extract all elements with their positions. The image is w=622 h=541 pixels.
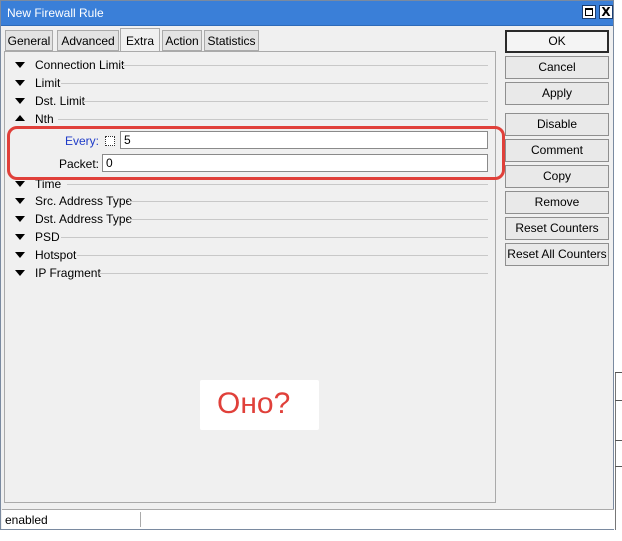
background-window-line — [615, 440, 622, 441]
tab-advanced[interactable]: Advanced — [57, 30, 119, 51]
annotation-text: Оно? — [217, 387, 291, 420]
section-divider — [99, 273, 488, 274]
background-window-edge — [615, 372, 616, 530]
reset-counters-button[interactable]: Reset Counters — [505, 217, 609, 240]
section-divider — [129, 219, 488, 220]
chevron-down-icon[interactable] — [15, 98, 25, 104]
tab-extra[interactable]: Extra — [120, 28, 160, 52]
section-divider — [61, 237, 488, 238]
comment-button[interactable]: Comment — [505, 139, 609, 162]
annotation-box: Оно? — [200, 380, 319, 430]
section-dst-limit[interactable]: Dst. Limit — [5, 93, 495, 109]
background-window-line — [615, 400, 622, 401]
background-window-line — [615, 372, 622, 373]
remove-button[interactable]: Remove — [505, 191, 609, 214]
tab-general[interactable]: General — [5, 30, 53, 51]
section-label: Connection Limit — [35, 58, 125, 72]
section-divider — [58, 119, 488, 120]
chevron-down-icon[interactable] — [15, 252, 25, 258]
tab-statistics[interactable]: Statistics — [204, 30, 259, 51]
section-divider — [61, 83, 488, 84]
section-label: Hotspot — [35, 248, 77, 262]
disable-button[interactable]: Disable — [505, 113, 609, 136]
section-divider — [67, 184, 488, 185]
reset-all-counters-button[interactable]: Reset All Counters — [505, 243, 609, 266]
tab-action[interactable]: Action — [162, 30, 202, 51]
section-connection-limit[interactable]: Connection Limit — [5, 57, 495, 73]
chevron-down-icon[interactable] — [15, 198, 25, 204]
section-dst-address-type[interactable]: Dst. Address Type — [5, 211, 495, 227]
chevron-down-icon[interactable] — [15, 234, 25, 240]
copy-button[interactable]: Copy — [505, 165, 609, 188]
chevron-down-icon[interactable] — [15, 181, 25, 187]
highlight-box — [7, 126, 505, 180]
background-window-line — [615, 466, 622, 467]
chevron-up-icon[interactable] — [15, 115, 25, 121]
section-label: IP Fragment — [35, 266, 101, 280]
status-divider — [140, 512, 141, 527]
section-nth[interactable]: Nth — [5, 111, 495, 127]
status-text: enabled — [5, 513, 48, 527]
section-src-address-type[interactable]: Src. Address Type — [5, 193, 495, 209]
section-divider — [77, 255, 488, 256]
section-divider — [129, 201, 488, 202]
status-bar: enabled — [2, 509, 614, 529]
chevron-down-icon[interactable] — [15, 62, 25, 68]
section-ip-fragment[interactable]: IP Fragment — [5, 265, 495, 281]
firewall-rule-window: New Firewall Rule X General Advanced Ext… — [0, 0, 614, 530]
section-limit[interactable]: Limit — [5, 75, 495, 91]
title-bar[interactable]: New Firewall Rule X — [1, 1, 613, 26]
ok-button[interactable]: OK — [505, 30, 609, 53]
extra-tab-panel: Connection Limit Limit Dst. Limit Nth Ev… — [4, 51, 496, 503]
section-label: Limit — [35, 76, 61, 90]
maximize-icon[interactable] — [582, 5, 596, 19]
section-divider — [83, 101, 488, 102]
section-divider — [122, 65, 488, 66]
chevron-down-icon[interactable] — [15, 270, 25, 276]
section-label: Dst. Limit — [35, 94, 86, 108]
section-label: PSD — [35, 230, 60, 244]
window-title: New Firewall Rule — [7, 6, 104, 20]
section-psd[interactable]: PSD — [5, 229, 495, 245]
cancel-button[interactable]: Cancel — [505, 56, 609, 79]
close-icon[interactable]: X — [599, 5, 613, 19]
chevron-down-icon[interactable] — [15, 80, 25, 86]
section-label: Dst. Address Type — [35, 212, 133, 226]
section-hotspot[interactable]: Hotspot — [5, 247, 495, 263]
section-label: Src. Address Type — [35, 194, 133, 208]
chevron-down-icon[interactable] — [15, 216, 25, 222]
apply-button[interactable]: Apply — [505, 82, 609, 105]
section-label: Nth — [35, 112, 54, 126]
